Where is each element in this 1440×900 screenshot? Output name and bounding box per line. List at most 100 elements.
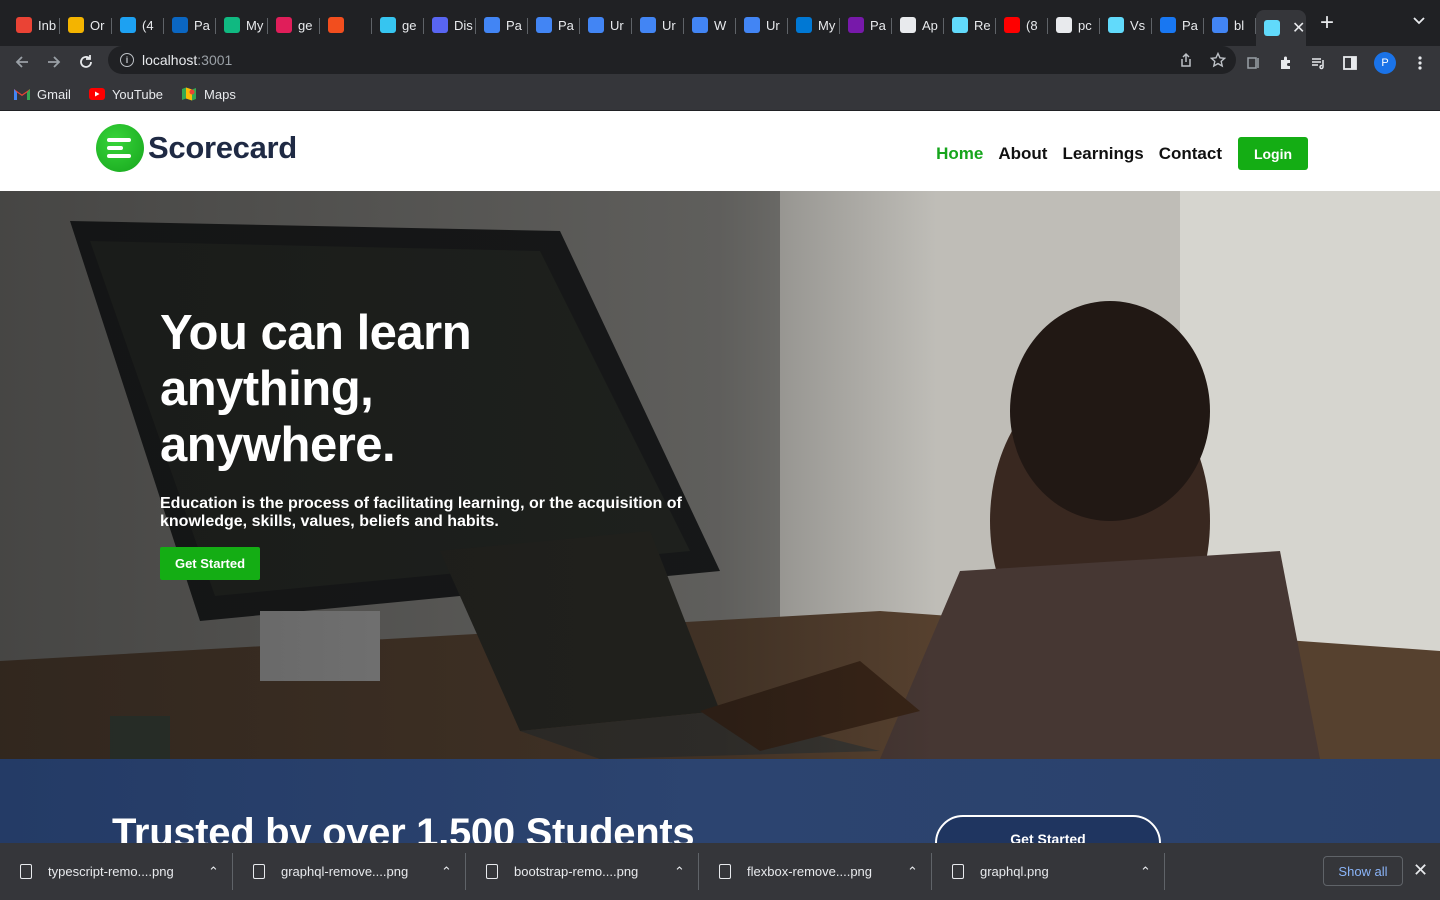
bookmark-label: Maps: [204, 86, 236, 102]
bookmark-label: Gmail: [37, 86, 71, 102]
hero-get-started-button[interactable]: Get Started: [160, 547, 260, 580]
back-arrow-icon[interactable]: [14, 54, 30, 70]
docs-icon: [536, 17, 552, 33]
tab-title: Pa: [506, 17, 522, 33]
globe-icon: [224, 17, 240, 33]
download-list: typescript-remo....png ⌃ graphql-remove...…: [0, 843, 1165, 900]
file-icon: [486, 864, 498, 879]
close-tab-icon[interactable]: ✕: [1292, 18, 1305, 38]
browser-tab[interactable]: Or: [60, 8, 112, 42]
browser-tab[interactable]: Pa: [476, 8, 528, 42]
docs-icon: [484, 17, 500, 33]
download-item[interactable]: typescript-remo....png ⌃: [0, 843, 233, 900]
reload-icon[interactable]: [78, 54, 94, 70]
gmail-icon: [14, 89, 30, 100]
tab-search-icon[interactable]: [1412, 14, 1426, 28]
chevron-up-icon[interactable]: ⌃: [441, 864, 452, 880]
url-text: localhost:3001: [142, 52, 233, 68]
download-item[interactable]: graphql-remove....png ⌃: [233, 843, 466, 900]
close-downloads-icon[interactable]: ✕: [1413, 861, 1428, 879]
nav-learnings-link[interactable]: Learnings: [1062, 144, 1143, 164]
brand-name: Scorecard: [148, 130, 297, 165]
download-item[interactable]: graphql.png ⌃: [932, 843, 1165, 900]
download-item[interactable]: bootstrap-remo....png ⌃: [466, 843, 699, 900]
chevron-up-icon[interactable]: ⌃: [208, 864, 219, 880]
chevron-up-icon[interactable]: ⌃: [907, 864, 918, 880]
react-icon: [952, 17, 968, 33]
download-filename: graphql-remove....png: [281, 864, 409, 879]
tab-title: Re: [974, 17, 991, 33]
file-icon: [20, 864, 32, 879]
new-tab-icon[interactable]: +: [1320, 11, 1334, 35]
tab-title: Ap: [922, 17, 938, 33]
main-nav: Home About Learnings Contact Login: [921, 137, 1308, 170]
browser-tab[interactable]: W: [684, 8, 736, 42]
bookmark-label: YouTube: [111, 86, 164, 102]
site-logo[interactable]: Scorecard: [96, 124, 297, 172]
tab-title: Inb: [38, 17, 57, 33]
browser-tab[interactable]: bl: [1204, 8, 1256, 42]
nav-home-link[interactable]: Home: [936, 144, 983, 164]
browser-tab[interactable]: ge: [268, 8, 320, 42]
browser-tab[interactable]: My: [788, 8, 840, 42]
tab-title: Pa: [1182, 17, 1198, 33]
browser-tab[interactable]: (4: [112, 8, 164, 42]
browser-tab[interactable]: Dis: [424, 8, 476, 42]
chevron-up-icon[interactable]: ⌃: [674, 864, 685, 880]
hero-overlay: [0, 191, 1440, 759]
browser-tab[interactable]: Ap: [892, 8, 944, 42]
browser-tab[interactable]: Pa: [528, 8, 580, 42]
download-item[interactable]: flexbox-remove....png ⌃: [699, 843, 932, 900]
browser-tab[interactable]: pc: [1048, 8, 1100, 42]
tab-title: Ur: [766, 17, 780, 33]
chevron-up-icon[interactable]: ⌃: [1140, 864, 1151, 880]
bookmark-maps[interactable]: Maps: [181, 87, 236, 102]
docs-icon: [640, 17, 656, 33]
browser-tab[interactable]: Pa: [1152, 8, 1204, 42]
tab-title: Vs: [1130, 17, 1146, 33]
puzzle-extensions-icon[interactable]: [1278, 55, 1294, 71]
site-info-icon[interactable]: i: [120, 53, 134, 67]
address-bar[interactable]: i localhost:3001: [108, 46, 1236, 74]
browser-tab-strip: Inb Or (4 Pa My ge ge Dis Pa Pa Ur Ur W Ur My Pa Ap Re (8 p…: [0, 0, 1440, 46]
browser-tab[interactable]: Inb: [8, 8, 60, 42]
tab-title: ge: [298, 17, 313, 33]
kebab-menu-icon[interactable]: [1412, 55, 1428, 71]
nav-about-link[interactable]: About: [998, 144, 1047, 164]
nav-contact-link[interactable]: Contact: [1159, 144, 1222, 164]
browser-tab-active[interactable]: ✕: [1256, 10, 1306, 46]
share-icon[interactable]: [1178, 52, 1194, 68]
discord-icon: [432, 17, 448, 33]
show-all-downloads-button[interactable]: Show all: [1323, 856, 1403, 886]
tab-title: Dis: [454, 17, 473, 33]
browser-tab[interactable]: Pa: [164, 8, 216, 42]
tab-title: Or: [90, 17, 105, 33]
browser-tab[interactable]: Ur: [580, 8, 632, 42]
bookmark-star-icon[interactable]: [1210, 52, 1226, 68]
browser-tab[interactable]: Re: [944, 8, 996, 42]
browser-tab[interactable]: (8: [996, 8, 1048, 42]
forward-arrow-icon[interactable]: [46, 54, 62, 70]
browser-tab[interactable]: My: [216, 8, 268, 42]
extension-icon[interactable]: [1246, 55, 1262, 71]
profile-avatar[interactable]: P: [1374, 52, 1396, 74]
react-icon: [1264, 20, 1280, 36]
pinwheel-icon: [68, 17, 84, 33]
side-panel-icon[interactable]: [1342, 55, 1358, 71]
bookmarks-bar: Gmail YouTube Maps: [0, 78, 1440, 111]
trusted-get-started-button[interactable]: Get Started: [935, 815, 1161, 843]
docs-icon: [692, 17, 708, 33]
bookmark-gmail[interactable]: Gmail: [14, 87, 71, 102]
bookmark-youtube[interactable]: YouTube: [88, 86, 164, 102]
browser-tab[interactable]: Vs: [1100, 8, 1152, 42]
login-button[interactable]: Login: [1238, 137, 1308, 170]
site-header: Scorecard Home About Learnings Contact L…: [0, 111, 1440, 191]
browser-tab[interactable]: Pa: [840, 8, 892, 42]
media-control-icon[interactable]: [1310, 55, 1326, 71]
download-filename: bootstrap-remo....png: [514, 864, 639, 879]
browser-tab[interactable]: Ur: [736, 8, 788, 42]
browser-tab[interactable]: Ur: [632, 8, 684, 42]
browser-toolbar: i localhost:3001 P: [0, 46, 1440, 78]
browser-tab[interactable]: [320, 8, 372, 42]
browser-tab[interactable]: ge: [372, 8, 424, 42]
